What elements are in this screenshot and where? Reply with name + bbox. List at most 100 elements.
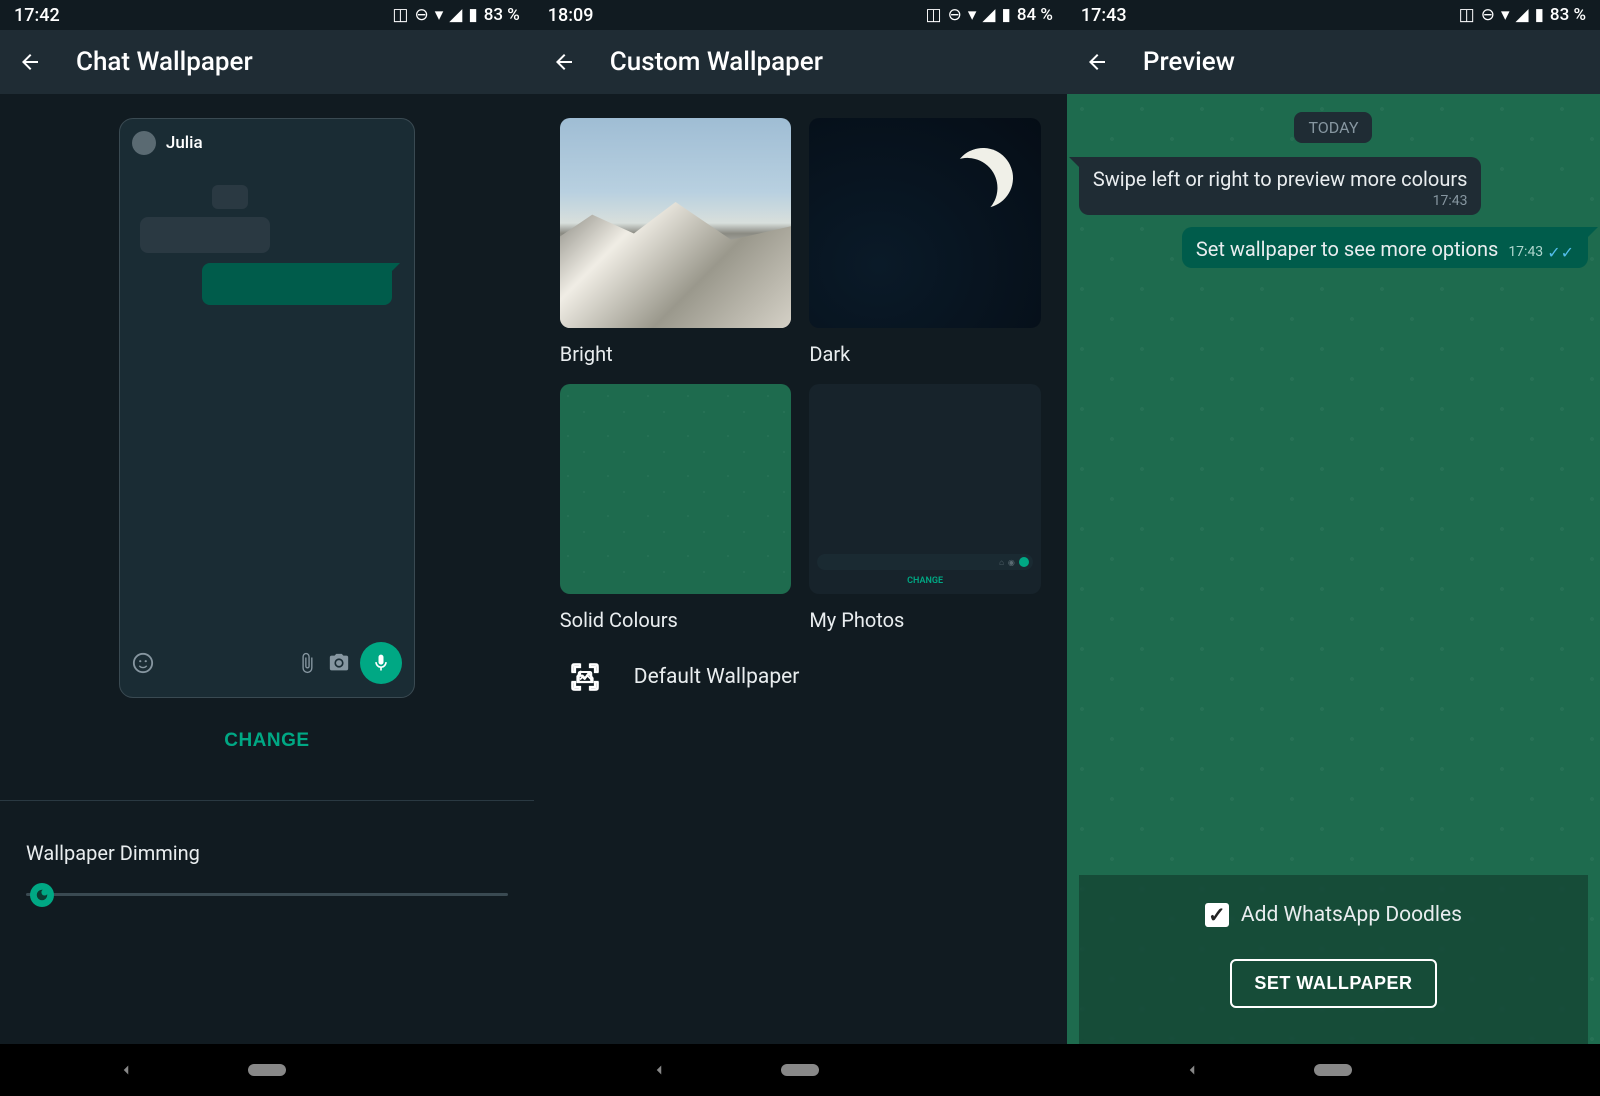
thumb-photos-input-bar: ⌂ ◉	[817, 554, 1033, 570]
slider-thumb[interactable]	[30, 883, 54, 907]
message-incoming: Swipe left or right to preview more colo…	[1079, 157, 1482, 215]
preview-bubble-outgoing	[202, 263, 392, 305]
divider	[0, 800, 534, 801]
dnd-icon: ⊖	[948, 5, 962, 25]
attach-icon	[296, 652, 318, 674]
preview-background[interactable]: TODAY Swipe left or right to preview mor…	[1067, 94, 1600, 1044]
thumb-bright	[560, 118, 792, 328]
option-bright[interactable]: Bright	[560, 118, 792, 366]
option-label: Dark	[809, 342, 1041, 366]
option-my-photos[interactable]: ⌂ ◉ CHANGE My Photos	[809, 384, 1041, 632]
chat-input-bar	[132, 641, 402, 685]
nav-home-pill[interactable]	[248, 1064, 286, 1076]
battery-icon: ▮	[1001, 5, 1010, 25]
wifi-icon: ▾	[968, 5, 977, 25]
status-time: 18:09	[548, 5, 594, 26]
nav-home-pill[interactable]	[781, 1064, 819, 1076]
status-bar: 18:09 ◫ ⊖ ▾ ◢ ▮ 84 %	[534, 0, 1067, 30]
doodles-checkbox-row[interactable]: ✓ Add WhatsApp Doodles	[1205, 903, 1462, 927]
chat-preview: Julia	[119, 118, 415, 698]
screen-preview: 17:43 ◫ ⊖ ▾ ◢ ▮ 83 % Preview TODAY Swipe…	[1067, 0, 1600, 1096]
signal-icon: ◢	[1515, 5, 1528, 25]
nav-bar	[0, 1044, 534, 1096]
date-pill: TODAY	[1294, 112, 1372, 143]
set-wallpaper-button[interactable]: SET WALLPAPER	[1230, 959, 1436, 1008]
wallpaper-grid: Bright Dark Solid Colours ⌂ ◉ CHANGE	[534, 94, 1067, 632]
nav-back-icon[interactable]	[1183, 1061, 1201, 1079]
vibrate-icon: ◫	[926, 5, 942, 25]
chat-contact-name: Julia	[166, 133, 203, 153]
moon-icon	[35, 888, 49, 902]
dnd-icon: ⊖	[1481, 5, 1495, 25]
dimming-label: Wallpaper Dimming	[26, 841, 508, 865]
nav-home-pill[interactable]	[1314, 1064, 1352, 1076]
status-bar: 17:42 ◫ ⊖ ▾ ◢ ▮ 83 %	[0, 0, 534, 30]
avatar	[132, 131, 156, 155]
app-bar: Custom Wallpaper	[534, 30, 1067, 94]
page-title: Chat Wallpaper	[76, 47, 253, 77]
back-icon[interactable]	[552, 50, 576, 74]
app-bar: Preview	[1067, 30, 1600, 94]
option-solid-colours[interactable]: Solid Colours	[560, 384, 792, 632]
vibrate-icon: ◫	[1459, 5, 1475, 25]
battery-icon: ▮	[1535, 5, 1544, 25]
back-icon[interactable]	[18, 50, 42, 74]
message-text: Swipe left or right to preview more colo…	[1093, 167, 1468, 191]
dnd-icon: ⊖	[414, 5, 428, 25]
back-icon[interactable]	[1085, 50, 1109, 74]
status-time: 17:43	[1081, 5, 1127, 26]
content-area: Bright Dark Solid Colours ⌂ ◉ CHANGE	[534, 94, 1067, 1044]
nav-back-icon[interactable]	[117, 1061, 135, 1079]
status-time: 17:42	[14, 5, 60, 26]
screen-chat-wallpaper: 17:42 ◫ ⊖ ▾ ◢ ▮ 83 % Chat Wallpaper Juli…	[0, 0, 534, 1096]
preview-bubble-incoming-small	[212, 185, 248, 209]
status-bar: 17:43 ◫ ⊖ ▾ ◢ ▮ 83 %	[1067, 0, 1600, 30]
doodles-label: Add WhatsApp Doodles	[1241, 903, 1462, 927]
emoji-icon	[132, 652, 154, 674]
thumb-photos-change-label: CHANGE	[817, 576, 1033, 586]
status-icons: ◫ ⊖ ▾ ◢ ▮ 83 %	[392, 5, 519, 25]
camera-icon	[328, 652, 350, 674]
content-area: Julia CHANGE Wallpaper Dimming	[0, 94, 534, 1044]
dimming-section: Wallpaper Dimming	[0, 841, 534, 896]
status-icons: ◫ ⊖ ▾ ◢ ▮ 83 %	[1459, 5, 1586, 25]
option-dark[interactable]: Dark	[809, 118, 1041, 366]
battery-percent: 83 %	[484, 5, 520, 25]
nav-bar	[534, 1044, 1067, 1096]
default-label: Default Wallpaper	[634, 665, 800, 689]
option-default-wallpaper[interactable]: Default Wallpaper	[534, 632, 1067, 722]
signal-icon: ◢	[449, 5, 462, 25]
thumb-solid	[560, 384, 792, 594]
mic-button	[360, 642, 402, 684]
nav-bar	[1067, 1044, 1600, 1096]
message-outgoing: Set wallpaper to see more options 17:43 …	[1182, 227, 1588, 268]
option-label: Bright	[560, 342, 792, 366]
page-title: Preview	[1143, 47, 1235, 77]
status-icons: ◫ ⊖ ▾ ◢ ▮ 84 %	[926, 5, 1053, 25]
thumb-photos-mic-dot	[1019, 557, 1029, 567]
wallpaper-frame-icon	[570, 662, 600, 692]
option-label: My Photos	[809, 608, 1041, 632]
thumb-photos: ⌂ ◉ CHANGE	[809, 384, 1041, 594]
battery-percent: 83 %	[1550, 5, 1586, 25]
message-time: 17:43	[1093, 193, 1468, 209]
checkbox-checked-icon[interactable]: ✓	[1205, 903, 1229, 927]
vibrate-icon: ◫	[392, 5, 408, 25]
change-button[interactable]: CHANGE	[224, 730, 309, 752]
dimming-slider[interactable]	[26, 893, 508, 896]
bottom-panel: ✓ Add WhatsApp Doodles SET WALLPAPER	[1079, 875, 1588, 1044]
mic-icon	[371, 653, 391, 673]
message-text: Set wallpaper to see more options	[1196, 237, 1498, 261]
page-title: Custom Wallpaper	[610, 47, 823, 77]
thumb-dark	[809, 118, 1041, 328]
option-label: Solid Colours	[560, 608, 792, 632]
battery-percent: 84 %	[1017, 5, 1053, 25]
signal-icon: ◢	[982, 5, 995, 25]
screen-custom-wallpaper: 18:09 ◫ ⊖ ▾ ◢ ▮ 84 % Custom Wallpaper Br…	[534, 0, 1067, 1096]
nav-back-icon[interactable]	[650, 1061, 668, 1079]
wifi-icon: ▾	[435, 5, 444, 25]
battery-icon: ▮	[468, 5, 477, 25]
app-bar: Chat Wallpaper	[0, 30, 534, 94]
chat-preview-header: Julia	[132, 131, 402, 155]
preview-bubble-incoming	[140, 217, 270, 253]
